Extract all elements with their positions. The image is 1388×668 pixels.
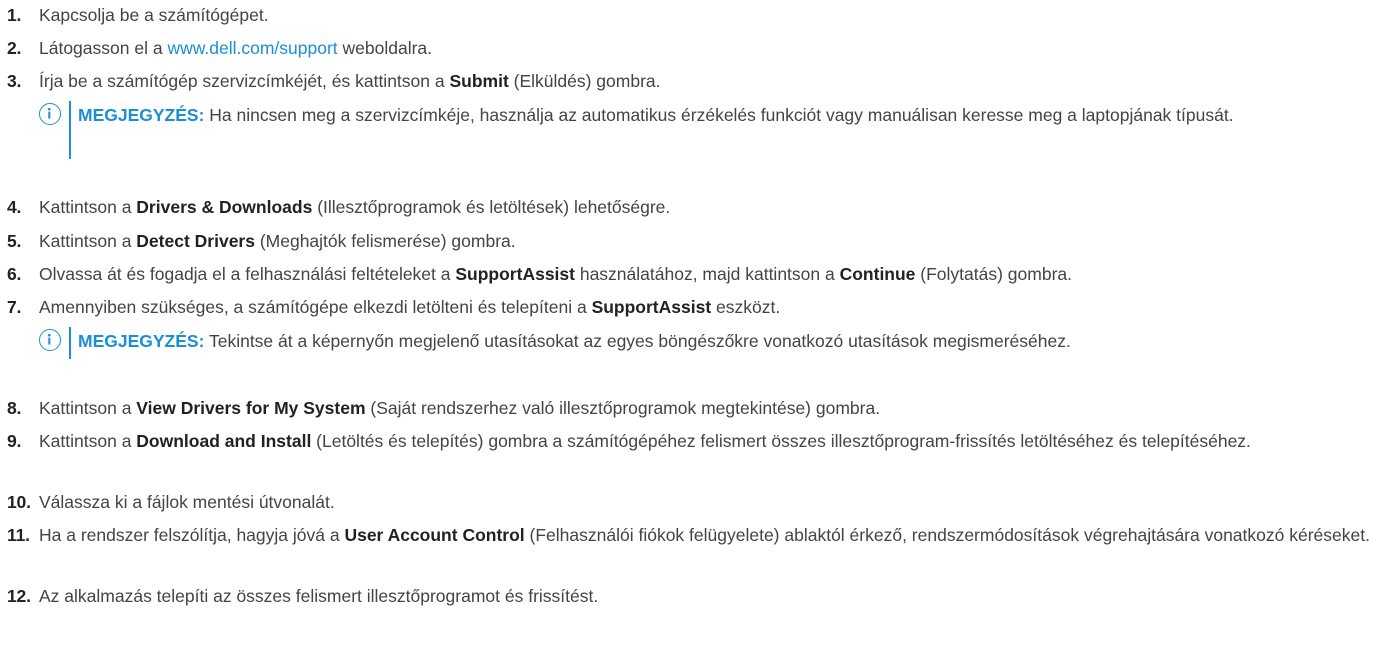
step-text: Kattintson a View Drivers for My System … xyxy=(39,395,1382,421)
step-text: Olvassa át és fogadja el a felhasználási… xyxy=(39,261,1382,287)
step-number: 11. xyxy=(7,525,30,545)
dell-support-link[interactable]: www.dell.com/support xyxy=(167,38,337,58)
step-text-part: Az alkalmazás telepíti az összes felisme… xyxy=(39,586,599,606)
info-icon xyxy=(39,103,61,125)
note-2: MEGJEGYZÉS: Tekintse át a képernyőn megj… xyxy=(39,327,1384,361)
step-text-part: Ha a rendszer felszólítja, hagyja jóvá a xyxy=(39,525,345,545)
step-number: 3. xyxy=(7,71,22,91)
step-number: 12. xyxy=(7,586,31,606)
step-text-bold: User Account Control xyxy=(344,525,525,545)
step-number: 10. xyxy=(7,492,31,512)
step-text: Kattintson a Detect Drivers (Meghajtók f… xyxy=(39,228,1382,254)
step-text-part: Amennyiben szükséges, a számítógépe elke… xyxy=(39,297,592,317)
step-text-bold: Continue xyxy=(839,264,916,284)
step-text-bold: Drivers & Downloads xyxy=(136,197,313,217)
step-text-part: Kattintson a xyxy=(39,431,137,451)
step-number: 5. xyxy=(7,231,22,251)
note-body: Ha nincsen meg a szervizcímkéje, használ… xyxy=(204,105,1234,125)
step-text-bold: SupportAssist xyxy=(455,264,575,284)
step-text-part: (Elküldés) gombra. xyxy=(508,71,661,91)
step-text-part: Kapcsolja be a számítógépet. xyxy=(39,5,269,25)
step-text: Látogasson el a www.dell.com/support web… xyxy=(39,35,1382,61)
step-number: 4. xyxy=(7,197,22,217)
step-number: 6. xyxy=(7,264,22,284)
step-number: 8. xyxy=(7,398,22,418)
step-text-part: (Saját rendszerhez való illesztőprogramo… xyxy=(365,398,881,418)
step-text: Az alkalmazás telepíti az összes felisme… xyxy=(39,583,1382,609)
step-text: Ha a rendszer felszólítja, hagyja jóvá a… xyxy=(39,522,1382,548)
step-text-part: Kattintson a xyxy=(39,398,137,418)
note-body: Tekintse át a képernyőn megjelenő utasít… xyxy=(204,331,1071,351)
step-text-part: használatához, majd kattintson a xyxy=(574,264,840,284)
step-number: 9. xyxy=(7,431,22,451)
step-text-part: eszközt. xyxy=(711,297,781,317)
step-text-bold: View Drivers for My System xyxy=(136,398,366,418)
note-1: MEGJEGYZÉS: Ha nincsen meg a szervizcímk… xyxy=(39,101,1384,161)
step-text-part: (Illesztőprogramok és letöltések) lehető… xyxy=(312,197,671,217)
step-text-part: Írja be a számítógép szervizcímkéjét, és… xyxy=(39,71,450,91)
step-text-bold: SupportAssist xyxy=(591,297,712,317)
note-divider xyxy=(69,327,71,359)
step-text: Kattintson a Download and Install (Letöl… xyxy=(39,428,1382,454)
step-text: Kattintson a Drivers & Downloads (Illesz… xyxy=(39,194,1382,220)
step-number: 7. xyxy=(7,297,22,317)
step-text-part: (Felhasználói fiókok felügyelete) ablakt… xyxy=(524,525,1370,545)
step-text: Írja be a számítógép szervizcímkéjét, és… xyxy=(39,68,1382,94)
step-text-bold: Detect Drivers xyxy=(136,231,255,251)
note-label: MEGJEGYZÉS: xyxy=(78,331,205,351)
step-text-part: (Meghajtók felismerése) gombra. xyxy=(254,231,516,251)
step-text-part: weboldalra. xyxy=(337,38,433,58)
note-text: MEGJEGYZÉS: Tekintse át a képernyőn megj… xyxy=(78,327,1384,356)
note-label: MEGJEGYZÉS: xyxy=(78,105,205,125)
step-text-bold: Submit xyxy=(449,71,509,91)
step-text-part: Kattintson a xyxy=(39,197,137,217)
step-text: Kapcsolja be a számítógépet. xyxy=(39,2,1382,28)
step-text: Amennyiben szükséges, a számítógépe elke… xyxy=(39,294,1382,320)
step-text: Válassza ki a fájlok mentési útvonalát. xyxy=(39,489,1382,515)
step-text-part: Olvassa át és fogadja el a felhasználási… xyxy=(39,264,456,284)
step-text-part: (Letöltés és telepítés) gombra a számító… xyxy=(311,431,1251,451)
step-text-part: Válassza ki a fájlok mentési útvonalát. xyxy=(39,492,335,512)
step-text-bold: Download and Install xyxy=(136,431,312,451)
note-divider xyxy=(69,101,71,159)
step-text-part: (Folytatás) gombra. xyxy=(915,264,1072,284)
step-number: 2. xyxy=(7,38,22,58)
step-number: 1. xyxy=(7,5,22,25)
note-text: MEGJEGYZÉS: Ha nincsen meg a szervizcímk… xyxy=(78,101,1384,130)
step-text-part: Látogasson el a xyxy=(39,38,168,58)
step-text-part: Kattintson a xyxy=(39,231,137,251)
info-icon xyxy=(39,329,61,351)
